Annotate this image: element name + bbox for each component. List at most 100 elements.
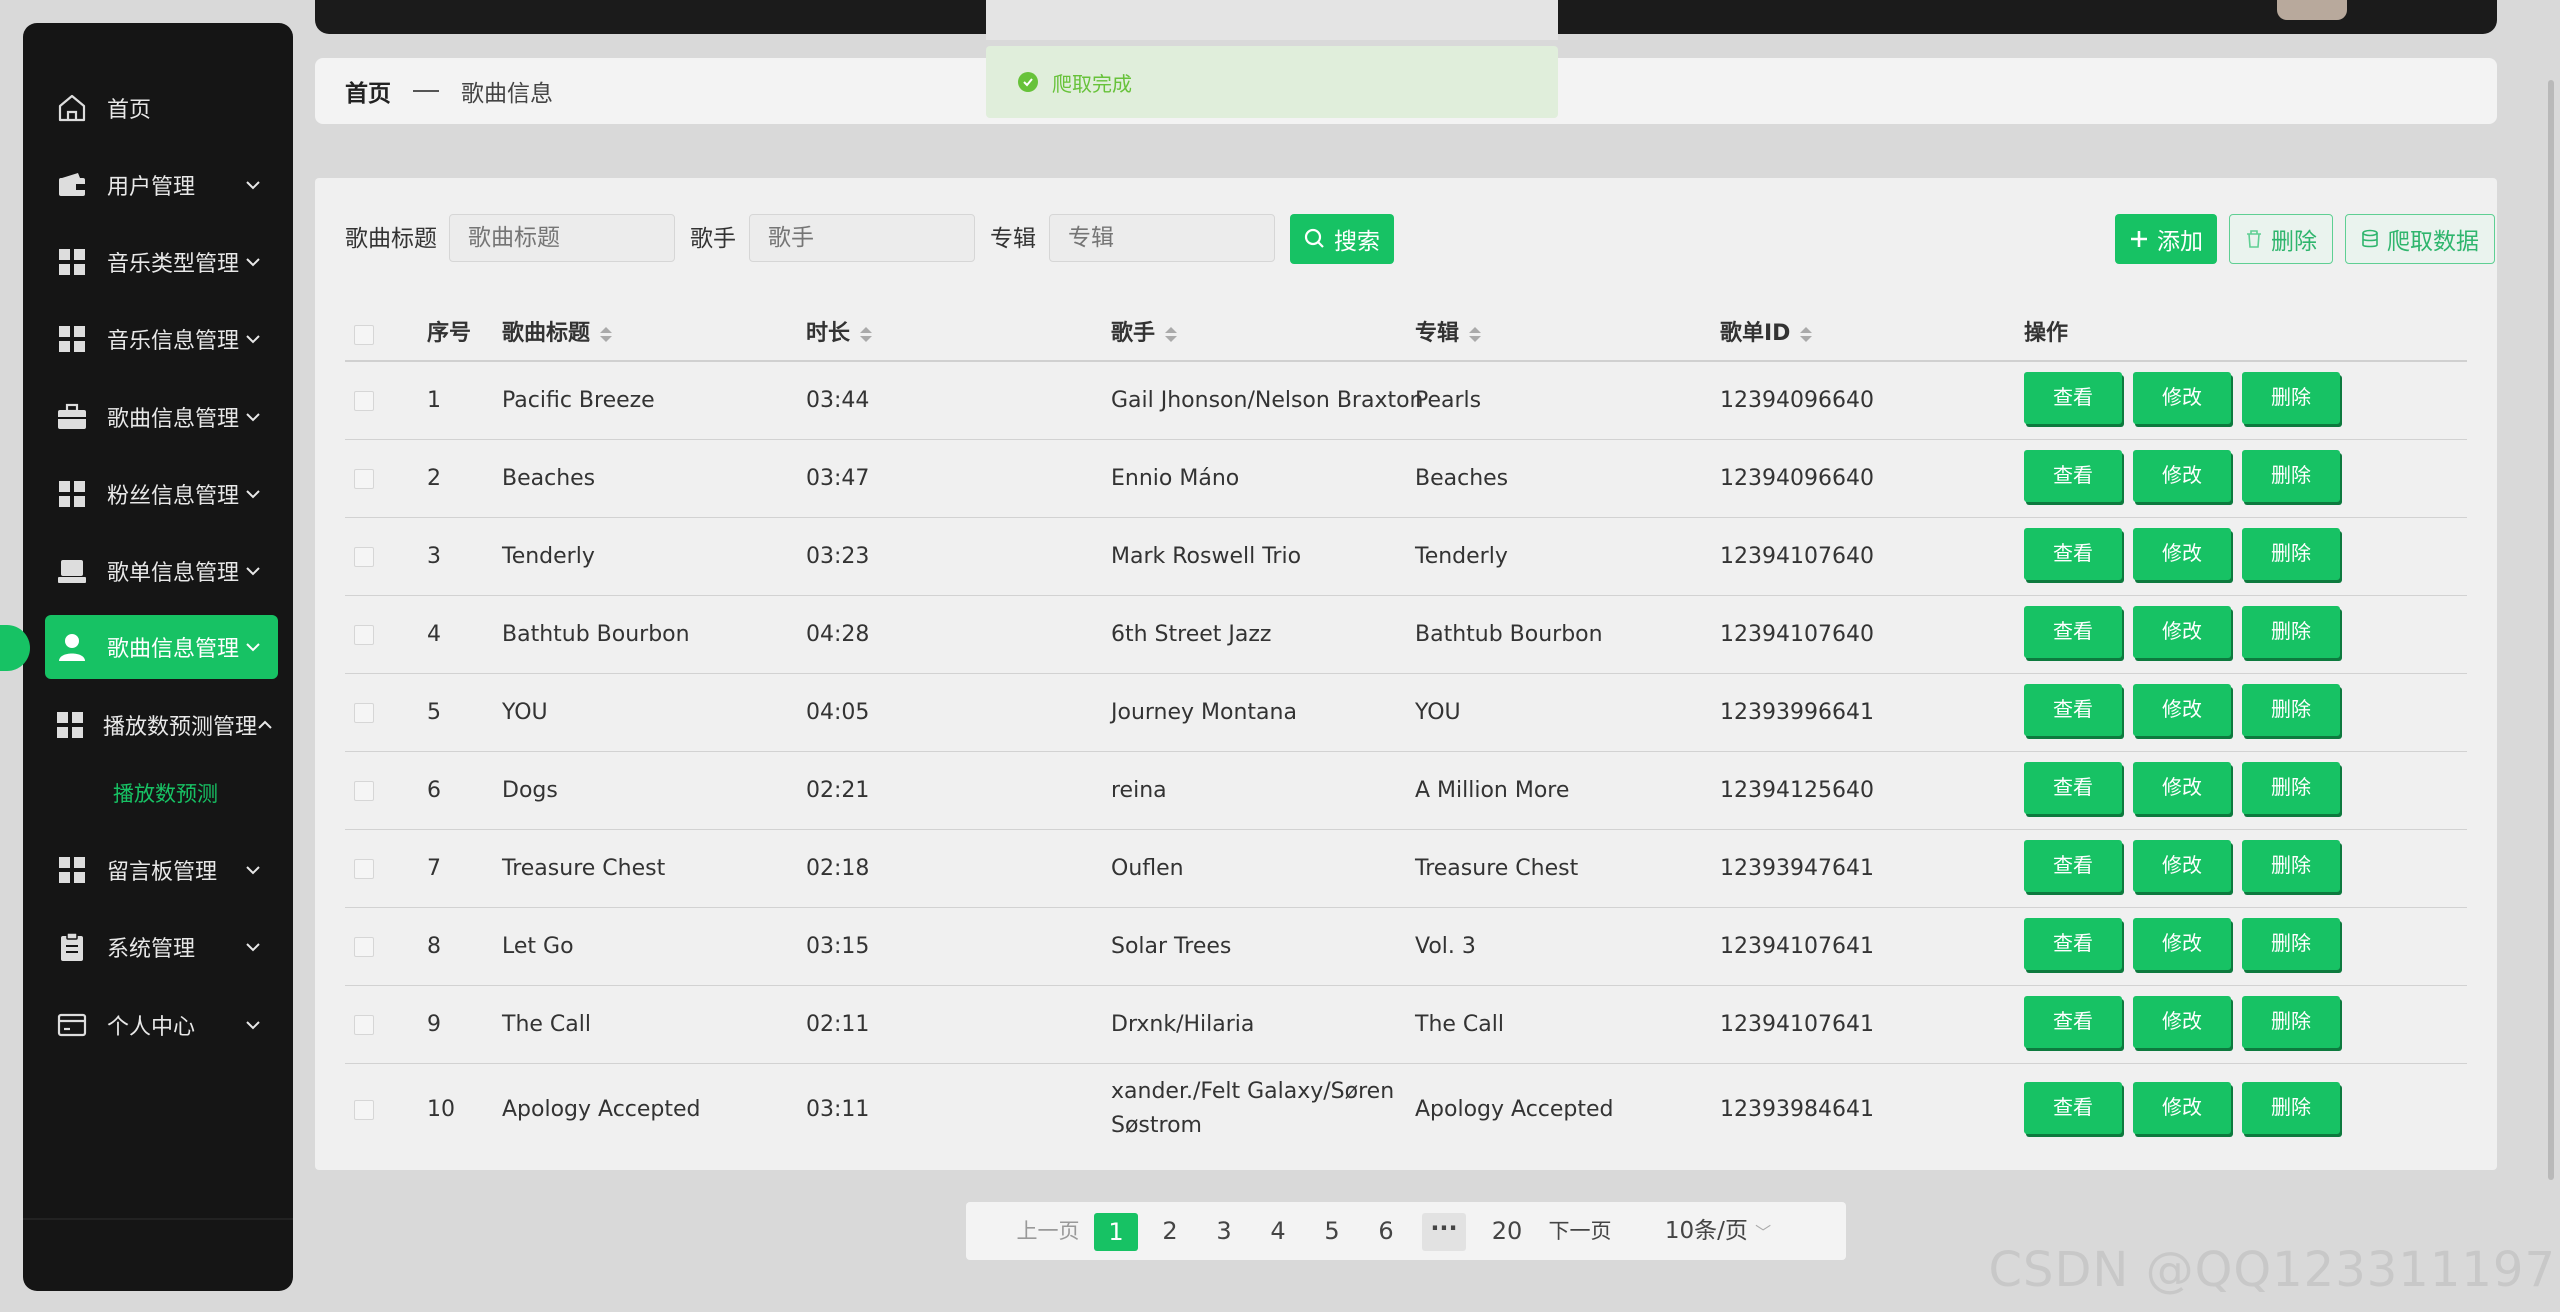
page-scrollbar[interactable] [2542,80,2560,1180]
next-page-button[interactable]: 下一页 [1544,1202,1616,1260]
row-checkbox[interactable] [354,1015,374,1035]
cell-title: The Call [502,1012,591,1037]
cell-album: Pearls [1415,388,1482,413]
sort-icon[interactable] [1469,326,1482,342]
sort-icon[interactable] [1800,326,1813,342]
sidebar-item-11[interactable]: 系统管理 [45,915,278,979]
row-delete-button[interactable]: 删除 [2242,684,2340,736]
sidebar-item-5[interactable]: 歌曲信息管理 [45,385,278,449]
page-5[interactable]: 5 [1310,1202,1354,1260]
row-checkbox[interactable] [354,547,374,567]
sort-icon[interactable] [860,326,873,342]
sidebar-item-label: 音乐信息管理 [107,329,240,354]
row-edit-button[interactable]: 修改 [2133,996,2231,1048]
breadcrumb-home[interactable]: 首页 [345,74,391,108]
row-delete-button[interactable]: 删除 [2242,1082,2340,1134]
sidebar-item-4[interactable]: 音乐信息管理 [45,307,278,371]
table-row: 7 Treasure Chest 02:18 Ouflen Treasure Chest… [345,830,2467,908]
row-edit-button[interactable]: 修改 [2133,1082,2231,1134]
batch-delete-button[interactable]: 删除 [2229,214,2333,264]
sort-icon[interactable] [600,326,613,342]
row-delete-button[interactable]: 删除 [2242,606,2340,658]
row-view-button[interactable]: 查看 [2024,528,2122,580]
album-search-input[interactable] [1049,214,1275,262]
row-edit-button[interactable]: 修改 [2133,762,2231,814]
row-delete-button[interactable]: 删除 [2242,762,2340,814]
row-view-button[interactable]: 查看 [2024,450,2122,502]
cell-album: Bathtub Bourbon [1415,622,1603,647]
row-edit-button[interactable]: 修改 [2133,918,2231,970]
row-delete-button[interactable]: 删除 [2242,996,2340,1048]
breadcrumb-separator [413,90,439,92]
header-singer[interactable]: 歌手 [1111,308,1178,360]
prev-page-button[interactable]: 上一页 [1016,1202,1080,1260]
table-row: 2 Beaches 03:47 Ennio Máno Beaches 1239409664… [345,440,2467,518]
header-playlist-id[interactable]: 歌单ID [1720,308,1813,360]
row-checkbox[interactable] [354,937,374,957]
row-checkbox[interactable] [354,781,374,801]
row-checkbox[interactable] [354,703,374,723]
row-checkbox[interactable] [354,391,374,411]
row-view-button[interactable]: 查看 [2024,606,2122,658]
search-button[interactable]: 搜索 [1290,214,1394,264]
row-view-button[interactable]: 查看 [2024,684,2122,736]
row-view-button[interactable]: 查看 [2024,762,2122,814]
page-3[interactable]: 3 [1202,1202,1246,1260]
row-checkbox[interactable] [354,469,374,489]
sidebar-item-9[interactable]: 播放数预测管理 [45,693,278,757]
select-all-checkbox[interactable] [354,325,374,345]
cell-playlist-id: 12393947641 [1720,856,1874,881]
add-button[interactable]: 添加 [2115,214,2217,264]
row-view-button[interactable]: 查看 [2024,996,2122,1048]
row-delete-button[interactable]: 删除 [2242,450,2340,502]
header-title[interactable]: 歌曲标题 [502,308,613,360]
sidebar-item-8[interactable]: 歌曲信息管理 [45,615,278,679]
page-6[interactable]: 6 [1364,1202,1408,1260]
row-edit-button[interactable]: 修改 [2133,450,2231,502]
sidebar-item-1[interactable]: 首页 [45,76,278,140]
row-checkbox[interactable] [354,859,374,879]
row-edit-button[interactable]: 修改 [2133,684,2231,736]
row-checkbox[interactable] [354,625,374,645]
page-current[interactable]: 1 [1094,1213,1138,1251]
row-view-button[interactable]: 查看 [2024,918,2122,970]
header-title-label: 歌曲标题 [502,321,591,346]
row-view-button[interactable]: 查看 [2024,372,2122,424]
singer-search-input[interactable] [749,214,975,262]
row-edit-button[interactable]: 修改 [2133,606,2231,658]
sidebar-item-12[interactable]: 个人中心 [45,993,278,1057]
page-last[interactable]: 20 [1480,1202,1534,1260]
row-delete-button[interactable]: 删除 [2242,918,2340,970]
row-delete-button[interactable]: 删除 [2242,372,2340,424]
row-view-button[interactable]: 查看 [2024,840,2122,892]
page-4[interactable]: 4 [1256,1202,1300,1260]
sidebar-item-3[interactable]: 音乐类型管理 [45,230,278,294]
page-size-select[interactable]: 10条/页 ﹀ [1658,1202,1778,1260]
breadcrumb-current: 歌曲信息 [461,81,553,107]
row-checkbox[interactable] [354,1100,374,1120]
crawl-data-button[interactable]: 爬取数据 [2345,214,2495,264]
scrollbar-thumb[interactable] [2548,80,2554,1180]
title-search-input[interactable] [449,214,675,262]
sidebar-subitem-play-prediction[interactable]: 播放数预测 [113,778,218,808]
page-ellipsis[interactable]: ··· [1422,1213,1466,1251]
sidebar-item-2[interactable]: 用户管理 [45,153,278,217]
row-delete-button[interactable]: 删除 [2242,840,2340,892]
row-edit-button[interactable]: 修改 [2133,528,2231,580]
cell-playlist-id: 12394107640 [1720,622,1874,647]
sidebar-item-7[interactable]: 歌单信息管理 [45,539,278,603]
row-edit-button[interactable]: 修改 [2133,840,2231,892]
sidebar-item-10[interactable]: 留言板管理 [45,838,278,902]
search-bar: 歌曲标题 歌手 专辑 搜索 添加 删除 爬取数据 [345,214,2495,264]
avatar[interactable] [2277,0,2347,20]
sort-icon[interactable] [1165,326,1178,342]
page-2[interactable]: 2 [1148,1202,1192,1260]
title-filter-label: 歌曲标题 [345,226,437,252]
database-icon [2362,229,2378,248]
header-album[interactable]: 专辑 [1415,308,1482,360]
row-edit-button[interactable]: 修改 [2133,372,2231,424]
row-delete-button[interactable]: 删除 [2242,528,2340,580]
sidebar-item-6[interactable]: 粉丝信息管理 [45,462,278,526]
header-duration[interactable]: 时长 [806,308,873,360]
row-view-button[interactable]: 查看 [2024,1082,2122,1134]
